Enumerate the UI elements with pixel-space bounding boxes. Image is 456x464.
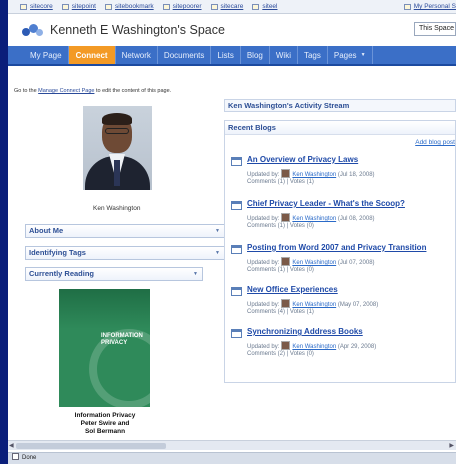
search-scope-select[interactable]: This Space (414, 22, 456, 36)
manage-connect-page-link[interactable]: Manage Connect Page (38, 88, 94, 94)
bookmark-3[interactable]: sitebookmark (104, 3, 154, 10)
blog-post-counts: Comments (1) | Votes (0) (247, 223, 314, 229)
blog-post-title[interactable]: Synchronizing Address Books (247, 327, 363, 336)
blog-post-title[interactable]: An Overview of Privacy Laws (247, 155, 358, 164)
author-link[interactable]: Ken Washington (292, 260, 336, 266)
status-bar: Done (8, 452, 456, 464)
blog-post-meta: Updated by: Ken Washington (Apr 29, 2008) (247, 341, 376, 350)
calendar-icon (231, 287, 242, 296)
recent-blogs-webpart: Recent Blogs Add blog post An Overview o… (224, 120, 456, 383)
bookmark-icon (104, 3, 112, 10)
author-link[interactable]: Ken Washington (292, 302, 336, 308)
bookmarks-bar: sitecore sitepoint sitebookmark sitepoor… (8, 0, 456, 14)
tab-documents[interactable]: Documents (158, 46, 212, 64)
identifying-tags-webpart[interactable]: Identifying Tags ▼ (25, 246, 225, 260)
bookmark-5[interactable]: sitecare (210, 3, 243, 10)
recent-blogs-header: Recent Blogs (225, 121, 455, 135)
blog-post-counts: Comments (1) | Votes (0) (247, 267, 314, 273)
calendar-icon (231, 201, 242, 210)
tab-pages[interactable]: Pages ▼ (328, 46, 373, 64)
people-logo-icon (22, 23, 44, 37)
top-nav: My Page Connect Network Documents Lists … (8, 46, 456, 66)
scroll-left-icon[interactable]: ◀ (9, 442, 14, 449)
bookmark-2[interactable]: sitepoint (61, 3, 96, 10)
author-link[interactable]: Ken Washington (292, 216, 336, 222)
chevron-down-icon: ▼ (215, 228, 220, 234)
browser-window: sitecore sitepoint sitebookmark sitepoor… (8, 0, 456, 464)
blog-post-counts: Comments (2) | Votes (0) (247, 351, 314, 357)
horizontal-scrollbar[interactable]: ◀ ▶ (8, 440, 456, 450)
avatar (281, 213, 291, 222)
blog-post-title[interactable]: Posting from Word 2007 and Privacy Trans… (247, 243, 426, 252)
blog-post-meta: Updated by: Ken Washington (Jul 08, 2008) (247, 213, 375, 222)
blog-post-title[interactable]: Chief Privacy Leader - What's the Scoop? (247, 199, 405, 208)
bookmark-icon (61, 3, 69, 10)
bookmark-icon (20, 3, 27, 10)
bookmark-icon (210, 3, 218, 10)
blog-post: Synchronizing Address Books Updated by: K… (231, 327, 455, 369)
calendar-icon (231, 329, 242, 338)
author-link[interactable]: Ken Washington (292, 172, 336, 178)
tab-blog[interactable]: Blog (241, 46, 270, 64)
blog-post-title[interactable]: New Office Experiences (247, 285, 338, 294)
blog-post: Chief Privacy Leader - What's the Scoop?… (231, 199, 455, 241)
page-title: Kenneth E Washington's Space (50, 23, 225, 37)
tab-my-page[interactable]: My Page (24, 46, 69, 64)
chevron-down-icon: ▼ (215, 250, 220, 256)
page-icon (12, 453, 19, 460)
avatar (281, 169, 291, 178)
my-personal-site-link[interactable]: My Personal S (403, 3, 456, 10)
profile-photo (83, 106, 152, 190)
tab-tags[interactable]: Tags (298, 46, 328, 64)
blog-post-meta: Updated by: Ken Washington (Jul 07, 2008) (247, 257, 375, 266)
chevron-down-icon: ▼ (360, 52, 366, 58)
activity-stream-header[interactable]: Ken Washington's Activity Stream (224, 99, 456, 112)
chevron-down-icon: ▼ (193, 271, 198, 277)
tab-lists[interactable]: Lists (211, 46, 241, 64)
avatar (281, 341, 291, 350)
book-caption: Information Privacy Peter Swire and Sol … (74, 412, 136, 435)
bookmark-1[interactable]: sitecore (20, 3, 53, 10)
book-cover: INFORMATION PRIVACY (59, 289, 150, 407)
scrollbar-thumb[interactable] (16, 443, 166, 449)
bookmark-icon (162, 3, 170, 10)
bookmark-icon (252, 3, 260, 10)
bookmark-4[interactable]: sitepoorer (162, 3, 202, 10)
blog-post: New Office Experiences Updated by: Ken Wa… (231, 285, 455, 327)
about-me-webpart[interactable]: About Me ▼ (25, 224, 225, 238)
tab-wiki[interactable]: Wiki (270, 46, 298, 64)
blog-post: An Overview of Privacy Laws Updated by: K… (231, 155, 455, 197)
scroll-right-icon[interactable]: ▶ (449, 442, 454, 449)
calendar-icon (231, 157, 242, 166)
bookmark-6[interactable]: siteel (252, 3, 278, 10)
avatar (281, 257, 291, 266)
blog-post-counts: Comments (1) | Votes (1) (247, 179, 314, 185)
author-link[interactable]: Ken Washington (292, 344, 336, 350)
manage-connect-instructions: Go to the Manage Connect Page to edit th… (14, 88, 172, 94)
tab-network[interactable]: Network (116, 46, 158, 64)
blog-post-counts: Comments (4) | Votes (1) (247, 309, 314, 315)
blog-post-meta: Updated by: Ken Washington (Jul 18, 2008) (247, 169, 375, 178)
people-icon (403, 3, 411, 10)
blog-post: Posting from Word 2007 and Privacy Trans… (231, 243, 455, 285)
add-blog-post-link[interactable]: Add blog post (415, 139, 455, 146)
currently-reading-webpart[interactable]: Currently Reading ▼ (25, 267, 203, 281)
site-header: Kenneth E Washington's Space This Space (8, 14, 456, 46)
calendar-icon (231, 245, 242, 254)
profile-name: Ken Washington (93, 205, 141, 212)
avatar (281, 299, 291, 308)
blog-post-meta: Updated by: Ken Washington (May 07, 2008) (247, 299, 378, 308)
tab-connect[interactable]: Connect (68, 46, 116, 64)
